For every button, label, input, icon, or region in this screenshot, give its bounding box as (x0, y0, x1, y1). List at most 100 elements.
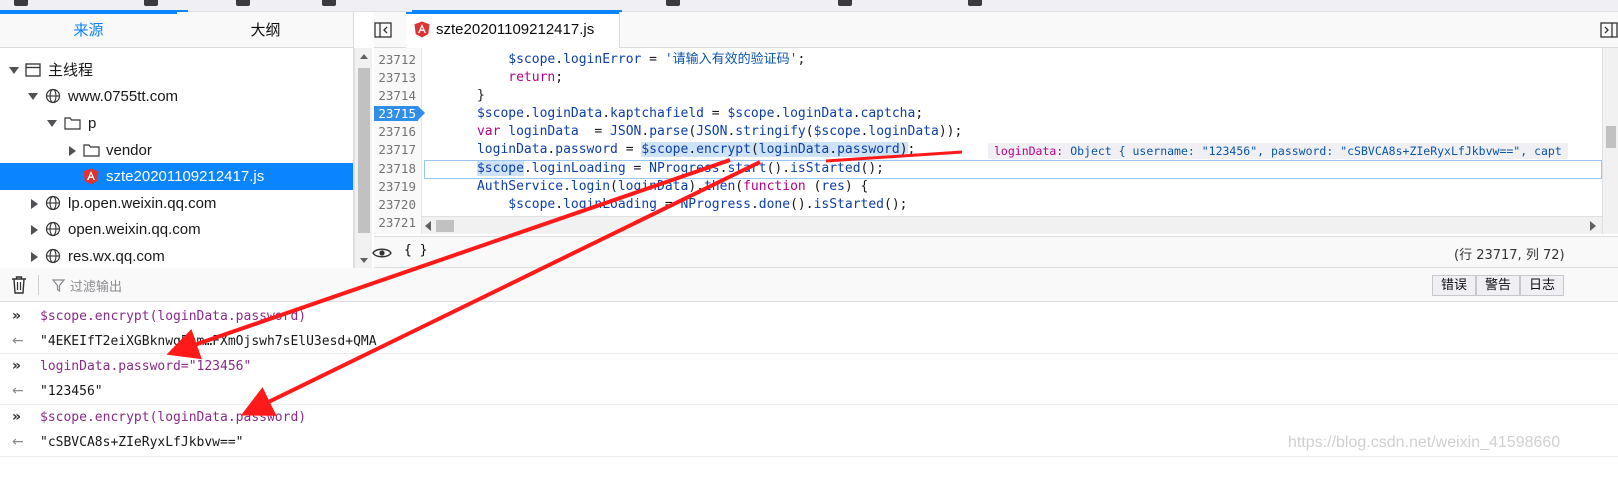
filter-output-input[interactable]: 过滤输出 (70, 276, 122, 295)
scroll-right-icon[interactable] (1590, 221, 1596, 231)
toolbar-icon[interactable] (838, 0, 852, 6)
folder-icon (64, 117, 81, 130)
tree-item-label: res.wx.qq.com (68, 248, 165, 265)
console-toolbar: 过滤输出 错误 警告 日志 (0, 268, 1618, 302)
eye-icon[interactable] (372, 246, 392, 260)
toolbar-icon[interactable] (666, 0, 680, 6)
expand-arrow-icon[interactable] (31, 225, 38, 235)
scrollbar-thumb[interactable] (358, 68, 370, 233)
console-input-text: $scope.encrypt(loginData.password) (40, 309, 307, 324)
code-line: $scope.loginError = '请输入有效的验证码'; (508, 52, 806, 67)
toggle-sidebar-icon[interactable] (374, 22, 392, 38)
globe-icon (45, 195, 61, 211)
expand-arrow-icon[interactable] (9, 67, 19, 74)
tree-item-domain[interactable]: lp.open.weixin.qq.com (0, 190, 353, 217)
code-line: $scope.loginData.kaptchafield = $scope.l… (476, 106, 924, 121)
tree-item-label: szte20201109212417.js (106, 168, 265, 185)
source-tree: 主线程 www.0755tt.com p vendor szte20201109… (0, 48, 354, 274)
sidebar-scrollbar[interactable] (354, 48, 372, 274)
tree-item-folder-p[interactable]: p (0, 110, 353, 137)
scroll-down-icon[interactable] (360, 258, 368, 263)
console-separator (0, 456, 1618, 457)
line-number[interactable]: 23716 (374, 123, 422, 141)
console-output-text[interactable]: "4EKEIfT2eiXGBknwg5sm…FXmOjswh7sElU3esd+… (40, 329, 377, 354)
toolbar-icon[interactable] (322, 0, 336, 6)
code-line: $scope.loginLoading = NProgress.start().… (476, 161, 885, 176)
pretty-print-button[interactable]: { } (404, 243, 427, 258)
tree-item-file-selected[interactable]: szte20201109212417.js (0, 163, 353, 190)
line-number[interactable]: 23713 (374, 69, 422, 87)
scroll-up-icon[interactable] (360, 54, 368, 59)
line-number[interactable]: 23718 (374, 160, 422, 178)
expand-arrow-icon[interactable] (31, 252, 38, 262)
scroll-left-icon[interactable] (425, 221, 431, 231)
expand-arrow-icon[interactable] (28, 93, 38, 100)
angular-file-icon (414, 21, 430, 38)
line-number-breakpoint[interactable]: 23715 (374, 105, 422, 123)
console-input-row: » $scope.encrypt(loginData.password) (0, 304, 1618, 329)
console-input-text: loginData.password="123456" (40, 359, 252, 374)
expand-arrow-icon[interactable] (47, 120, 57, 127)
sources-sidebar-tabs: 来源 大纲 (0, 12, 354, 48)
console-output-text[interactable]: "cSBVCA8s+ZIeRyxLfJkbvw==" (40, 430, 244, 455)
tree-item-domain[interactable]: www.0755tt.com (0, 83, 353, 110)
tree-item-main-thread[interactable]: 主线程 (0, 57, 353, 84)
console-output-row: ← "4EKEIfT2eiXGBknwg5sm…FXmOjswh7sElU3es… (0, 329, 1618, 354)
toggle-debugger-panel-icon[interactable] (1600, 22, 1618, 38)
editor-horizontal-scrollbar[interactable] (422, 216, 1602, 234)
tab-label: szte20201109212417.js (436, 21, 595, 38)
globe-icon (45, 248, 61, 264)
tab-outline[interactable]: 大纲 (177, 12, 354, 48)
expand-arrow-icon[interactable] (31, 199, 38, 209)
tree-item-domain[interactable]: open.weixin.qq.com (0, 216, 353, 243)
tab-source-file[interactable]: szte20201109212417.js (406, 12, 620, 48)
line-number[interactable]: 23717 (374, 141, 422, 159)
tab-sources[interactable]: 来源 (0, 12, 177, 48)
line-number[interactable]: 23714 (374, 87, 422, 105)
console-output-row: ← "123456" (0, 379, 1618, 404)
code-line: return; (508, 70, 564, 85)
line-number[interactable]: 23721 (374, 214, 422, 232)
prompt-icon: » (12, 409, 22, 425)
tree-item-label: 主线程 (48, 62, 94, 79)
trash-icon[interactable] (11, 276, 27, 294)
tree-item-label: p (88, 115, 97, 132)
result-arrow-icon: ← (12, 333, 24, 349)
toolbar-icon[interactable] (968, 0, 982, 6)
line-number[interactable]: 23720 (374, 196, 422, 214)
toolbar-icon[interactable] (236, 0, 250, 6)
filter-icon (52, 279, 65, 292)
console-output-text[interactable]: "123456" (40, 379, 103, 404)
result-arrow-icon: ← (12, 383, 24, 399)
editor-scrollbar[interactable] (1602, 48, 1618, 234)
filter-logs-button[interactable]: 日志 (1520, 275, 1565, 296)
tree-item-label: open.weixin.qq.com (68, 221, 201, 238)
toolbar-divider (38, 275, 39, 295)
devtools-toolbar-strip (0, 0, 1618, 12)
filter-errors-button[interactable]: 错误 (1432, 275, 1477, 296)
tree-item-folder-vendor[interactable]: vendor (0, 137, 353, 164)
editor-footer: { } (行 23717, 列 72) (372, 236, 1618, 268)
folder-icon (83, 144, 100, 157)
console-input-row: » $scope.encrypt(loginData.password) (0, 405, 1618, 430)
globe-icon (45, 88, 61, 104)
inline-variable-preview[interactable]: loginData: Object { username: "123456", … (988, 143, 1568, 159)
globe-icon (45, 221, 61, 237)
scrollbar-thumb[interactable] (1606, 126, 1616, 148)
prompt-icon: » (12, 358, 22, 374)
code-line: var loginData = JSON.parse(JSON.stringif… (476, 124, 963, 139)
editor-tab-bar: szte20201109212417.js (374, 12, 1618, 48)
toolbar-icon[interactable] (144, 0, 158, 6)
toolbar-icon[interactable] (14, 0, 28, 6)
tree-item-label: lp.open.weixin.qq.com (68, 195, 217, 212)
line-number[interactable]: 23712 (374, 51, 422, 69)
prompt-icon: » (12, 308, 22, 324)
tree-item-domain[interactable]: res.wx.qq.com (0, 243, 353, 270)
watermark: https://blog.csdn.net/weixin_41598660 (1288, 434, 1561, 451)
angular-file-icon (83, 168, 99, 185)
expand-arrow-icon[interactable] (69, 146, 76, 156)
code-line: $scope.loginLoading = NProgress.done().i… (508, 197, 908, 212)
line-number[interactable]: 23719 (374, 178, 422, 196)
scrollbar-thumb[interactable] (436, 220, 454, 232)
filter-warnings-button[interactable]: 警告 (1476, 275, 1521, 296)
